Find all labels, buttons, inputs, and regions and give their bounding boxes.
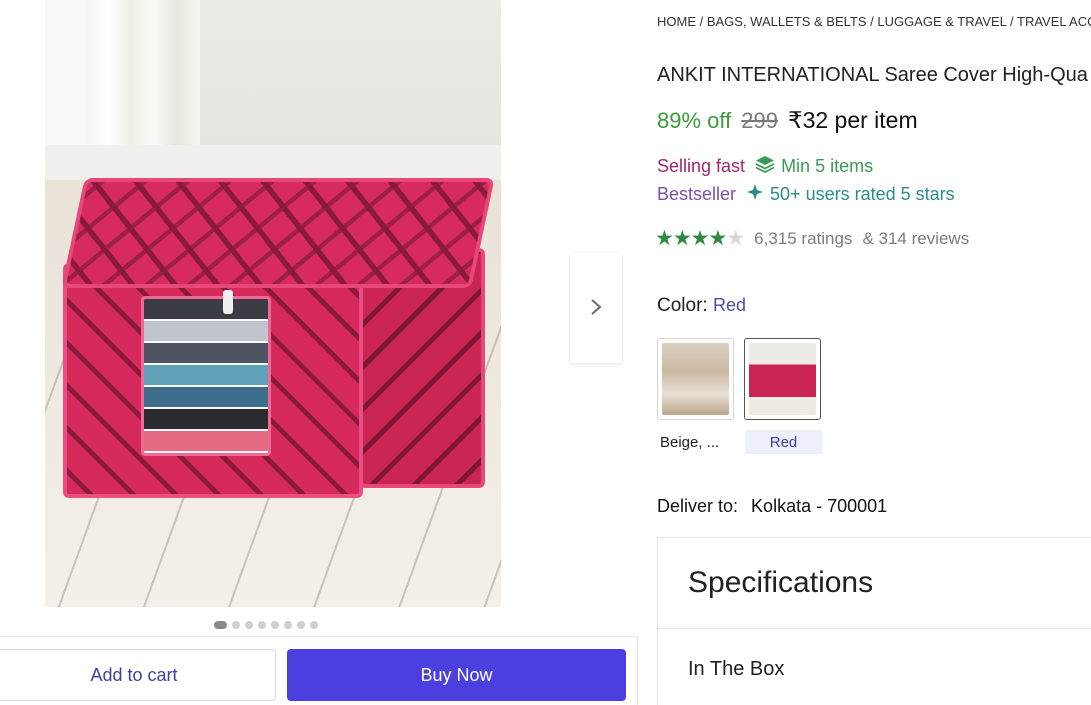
saree-cover-box [61, 178, 495, 498]
layers-icon [755, 155, 775, 178]
swatch-caption-beige[interactable]: Beige, ... [660, 430, 737, 454]
color-label: Color: [657, 295, 708, 316]
add-to-cart-button[interactable]: Add to cart [0, 649, 276, 701]
next-image-button[interactable] [570, 253, 622, 363]
chevron-right-icon [589, 293, 603, 324]
breadcrumb[interactable]: HOME / BAGS, WALLETS & BELTS / LUGGAGE &… [657, 14, 1091, 29]
purchase-action-bar: Add to cart Buy Now [0, 636, 638, 705]
product-info-panel: HOME / BAGS, WALLETS & BELTS / LUGGAGE &… [655, 0, 1091, 705]
color-selector-label: Color: Red [657, 295, 746, 317]
star-filled-icon: ★ [655, 227, 674, 250]
sparkle-star-icon [746, 183, 764, 206]
star-filled-icon: ★ [690, 227, 710, 250]
pagination-dot[interactable] [258, 621, 266, 629]
specifications-heading: Specifications [688, 566, 874, 599]
star-filled-icon: ★ [708, 227, 727, 250]
discount-percent: 89% off [657, 108, 732, 133]
color-swatch-beige[interactable] [657, 338, 734, 420]
pagination-dot[interactable] [271, 621, 279, 629]
rating-row[interactable]: ★★★★★ 6,315 ratings & 314 reviews [655, 226, 969, 251]
product-title: ANKIT INTERNATIONAL Saree Cover High-Qua [657, 64, 1088, 86]
color-swatch-red[interactable] [744, 338, 821, 420]
buy-now-button[interactable]: Buy Now [287, 649, 626, 701]
specifications-card: Specifications In The Box [657, 537, 1091, 705]
pagination-dot-active[interactable] [214, 621, 227, 629]
product-main-image[interactable] [45, 0, 501, 607]
box-lid [61, 178, 495, 288]
deliver-to-label: Deliver to: [657, 496, 739, 516]
star-filled-icon: ★ [672, 227, 692, 250]
swatch-image [749, 343, 816, 415]
users-rated-tag: 50+ users rated 5 stars [746, 183, 955, 206]
reviews-count: & 314 reviews [862, 228, 970, 248]
delivery-pincode: Kolkata - 700001 [751, 496, 888, 516]
star-rating: ★★★★★ [655, 226, 745, 251]
selected-color-value: Red [712, 295, 746, 315]
image-pagination-dots[interactable] [214, 621, 318, 629]
box-clear-window [141, 296, 271, 456]
min-items-label: Min 5 items [781, 156, 874, 176]
original-price: 299 [741, 108, 778, 133]
star-empty-icon: ★ [726, 227, 745, 250]
ratings-count: 6,315 ratings [754, 228, 853, 248]
badge-row-1: Selling fast Min 5 items [657, 155, 873, 178]
swatch-caption-red[interactable]: Red [745, 430, 822, 454]
pagination-dot[interactable] [232, 621, 240, 629]
price-row: 89% off 299 ₹32 per item [657, 107, 918, 134]
swatch-image [662, 343, 729, 415]
zipper-pull [223, 290, 233, 314]
badge-row-2: Bestseller 50+ users rated 5 stars [657, 183, 955, 206]
pagination-dot[interactable] [297, 621, 305, 629]
divider [658, 628, 1091, 629]
pagination-dot[interactable] [310, 621, 318, 629]
users-rated-label: 50+ users rated 5 stars [770, 184, 955, 204]
spec-in-the-box[interactable]: In The Box [688, 658, 784, 681]
selling-fast-badge: Selling fast [657, 156, 746, 176]
selling-price: ₹32 per item [787, 107, 918, 133]
pagination-dot[interactable] [284, 621, 292, 629]
delivery-location[interactable]: Deliver to: Kolkata - 700001 [657, 496, 887, 517]
pagination-dot[interactable] [245, 621, 253, 629]
bestseller-badge: Bestseller [657, 184, 737, 204]
min-items-tag: Min 5 items [755, 155, 873, 178]
